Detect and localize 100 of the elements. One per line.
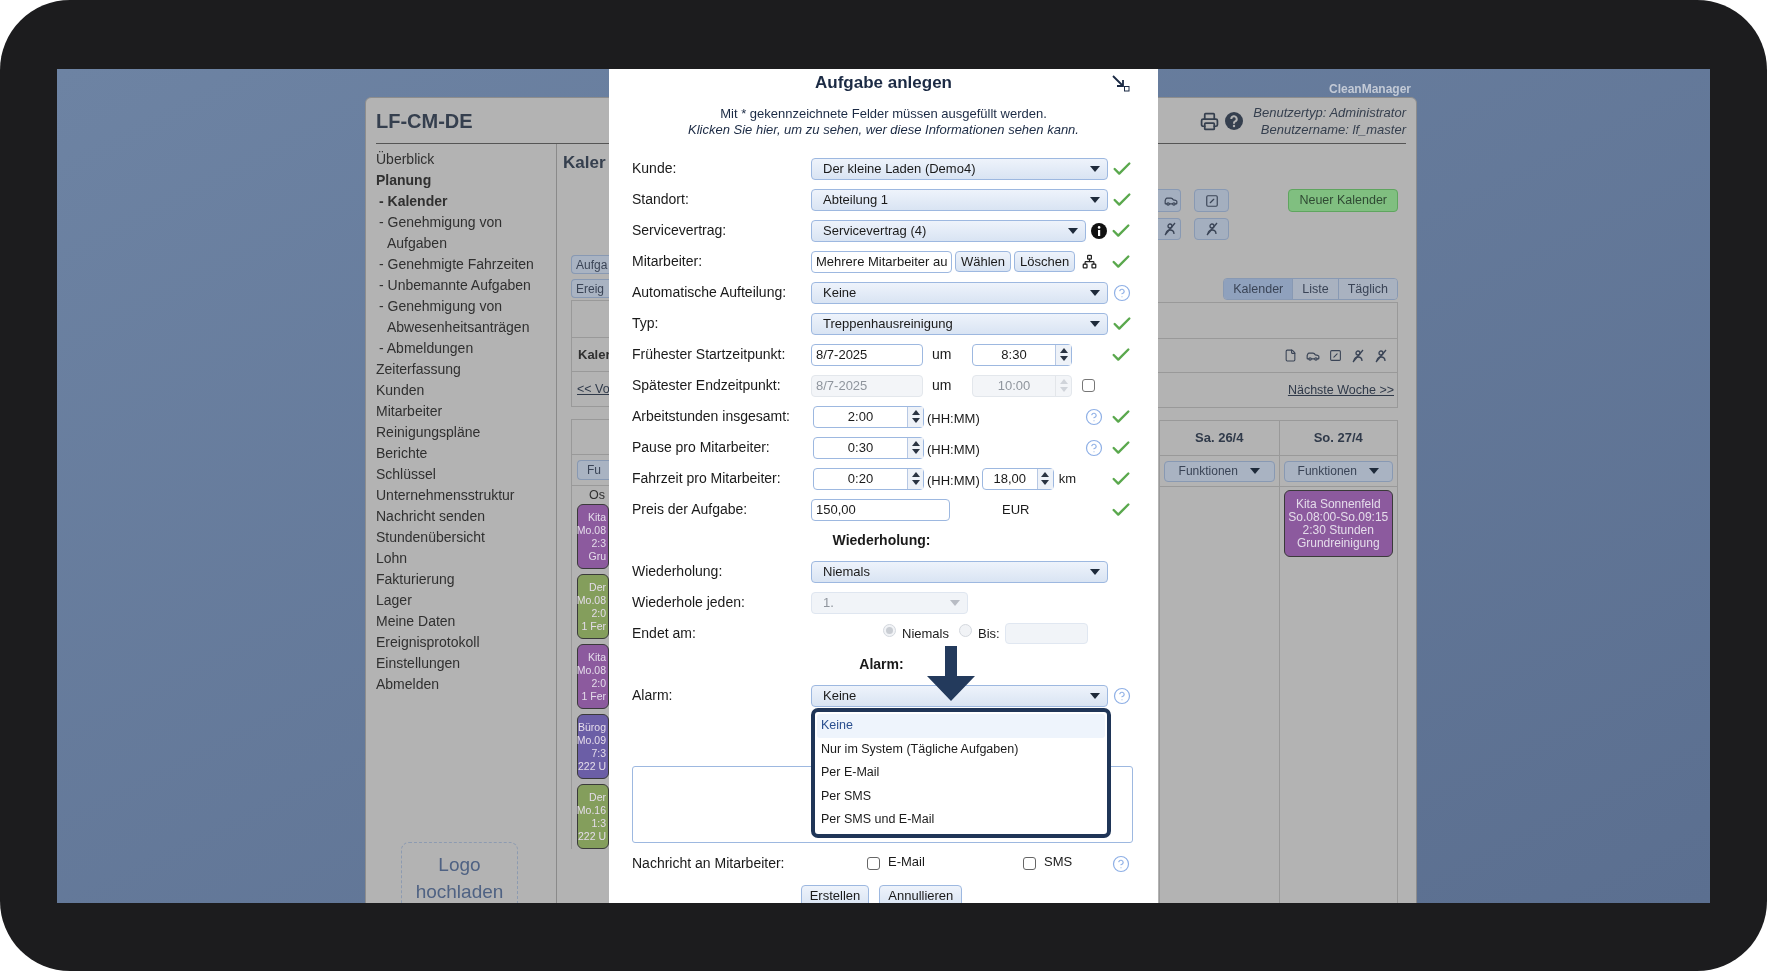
icon-button[interactable] [1194,218,1229,240]
dialog-button[interactable]: Erstellen [800,885,870,903]
sidebar-item[interactable]: Abmelden [376,674,556,695]
dropdown-option[interactable]: Per E-Mail [817,761,1105,785]
sidebar-item[interactable]: Stundenübersicht [376,527,556,548]
functions-menu[interactable]: Funktionen [1283,460,1393,482]
input-field[interactable]: 0:20 [813,467,924,490]
radio-button[interactable] [958,624,972,637]
icon-button[interactable] [1157,189,1181,212]
sidebar-item[interactable]: Zeiterfassung [376,359,556,380]
caret-icon [1090,692,1100,699]
radio-button[interactable] [883,624,896,637]
unit-label: (HH:MM) [927,409,980,428]
sidebar-item[interactable]: - Genehmigte Fahrzeiten [376,254,556,275]
event-card[interactable]: Kita Sonnenfeld So.08:00-So.09:15 2:30 Stunden Grundreinigung [1283,490,1393,557]
print-icon[interactable] [1200,111,1220,131]
toolbar-button[interactable]: Ereig [571,279,609,298]
dropdown-select[interactable]: Servicevertrag (4) [811,219,1086,242]
toolbar-button[interactable]: Aufga [571,255,609,274]
field-label: Frühester Startzeitpunkt: [632,345,787,364]
dropdown-select[interactable]: Abteilung 1 [811,188,1108,211]
sidebar-item[interactable]: Nachricht senden [376,506,556,527]
sidebar-item[interactable]: Lager [376,590,556,611]
spin-buttons[interactable] [907,406,923,427]
resize-icon[interactable] [1112,75,1130,92]
spin-buttons[interactable] [1055,344,1071,365]
sidebar-item[interactable]: - Kalender [376,191,556,212]
sidebar-item[interactable]: Kunden [376,380,556,401]
input-field[interactable]: 8:30 [972,343,1072,366]
spin-buttons[interactable] [907,437,923,458]
spin-buttons[interactable] [1036,468,1053,489]
square-slash-icon [1204,193,1219,208]
spin-buttons[interactable] [907,468,923,489]
square-slash-icon[interactable] [1329,349,1342,362]
input-field[interactable]: 2:00 [813,405,924,428]
sidebar-item[interactable]: Unternehmensstruktur [376,485,556,506]
dropdown-option[interactable]: Per SMS und E-Mail [817,808,1105,832]
sidebar-item[interactable]: Überblick [376,149,556,170]
sidebar-item[interactable]: Berichte [376,443,556,464]
dropdown-select[interactable]: Treppenhausreinigung [811,312,1108,335]
unit-label: km [1058,469,1077,488]
sidebar-item[interactable]: Schlüssel [376,464,556,485]
field-label: Pause pro Mitarbeiter: [632,438,771,457]
info-icon[interactable] [1091,222,1107,239]
dropdown-option[interactable]: Keine [817,714,1105,738]
dropdown-option[interactable]: Nur im System (Tägliche Aufgaben) [817,737,1105,761]
visibility-info-link[interactable]: Klicken Sie hier, um zu sehen, wer diese Informationen sehen kann. [632,122,1135,138]
sidebar-item[interactable]: Fakturierung [376,569,556,590]
caret-icon [1090,196,1100,203]
sidebar-item[interactable]: Ereignisprotokoll [376,632,556,653]
picker-button[interactable]: Wählen [955,251,1012,272]
dialog-button[interactable]: Annullieren [879,885,963,903]
file-icon[interactable] [1284,349,1297,362]
next-week-link[interactable]: Nächste Woche >> [1287,380,1394,400]
input-field[interactable]: 0:30 [813,436,924,459]
caret-icon [1068,227,1078,234]
event-text: 1:3 [591,816,606,830]
input-field[interactable]: Mehrere Mitarbeiter au [811,250,952,273]
dropdown-select[interactable]: Der kleine Laden (Demo4) [811,157,1108,180]
time-joiner: um [932,345,953,364]
functions-menu[interactable]: Fu [577,460,609,480]
help-icon[interactable] [1225,112,1244,130]
event-text: 1 Fer [581,689,606,703]
view-tab[interactable]: Täglich [1337,279,1397,299]
checkbox[interactable] [867,857,880,870]
checkbox[interactable] [1023,857,1036,870]
input-field[interactable]: 150,00 [811,498,950,521]
field-label: Nachricht an Mitarbeiter: [632,854,786,873]
sidebar-item[interactable]: Einstellungen [376,653,556,674]
field-label: Alarm: [632,686,674,705]
sidebar-item[interactable]: - Genehmigung von Aufgaben [376,212,556,254]
dropdown-select[interactable]: Keine [811,684,1108,707]
input-field[interactable]: 8/7-2025 [811,343,923,366]
dropdown-option[interactable]: Per SMS [817,784,1105,808]
sidebar-item[interactable]: Lohn [376,548,556,569]
sidebar-item[interactable]: Mitarbeiter [376,401,556,422]
dropdown-select[interactable]: Keine [811,281,1108,304]
sidebar-item[interactable]: Reinigungspläne [376,422,556,443]
view-tab[interactable]: Liste [1292,279,1338,299]
sidebar-item[interactable]: - Unbemannte Aufgaben [376,275,556,296]
caret-icon [950,599,960,606]
previous-week-link[interactable]: << Vo [577,379,610,399]
dropdown-select[interactable]: Niemals [811,560,1108,583]
view-tab[interactable]: Kalender [1224,279,1293,299]
input-field[interactable]: 18,00 [981,467,1054,490]
sidebar-item[interactable]: Meine Daten [376,611,556,632]
new-calendar-button[interactable]: Neuer Kalender [1288,189,1398,212]
user-type: Benutzertyp: Administrator [1253,104,1406,121]
event-text: 7:3 [591,746,606,760]
picker-button[interactable]: Löschen [1014,251,1076,272]
icon-button[interactable] [1157,218,1181,240]
currency-label: EUR [1002,500,1030,519]
event-text: Kita [587,510,606,524]
date-field[interactable] [1004,623,1088,644]
sidebar-item[interactable]: - Abmeldungen [376,338,556,359]
sidebar-item[interactable]: - Genehmigung von Abwesenheitsanträgen [376,296,556,338]
person-slash-icon [1351,348,1365,363]
sidebar-item[interactable]: Planung [376,170,556,191]
staff-tree-icon[interactable] [1082,254,1098,269]
functions-menu[interactable]: Funktionen [1164,460,1275,482]
